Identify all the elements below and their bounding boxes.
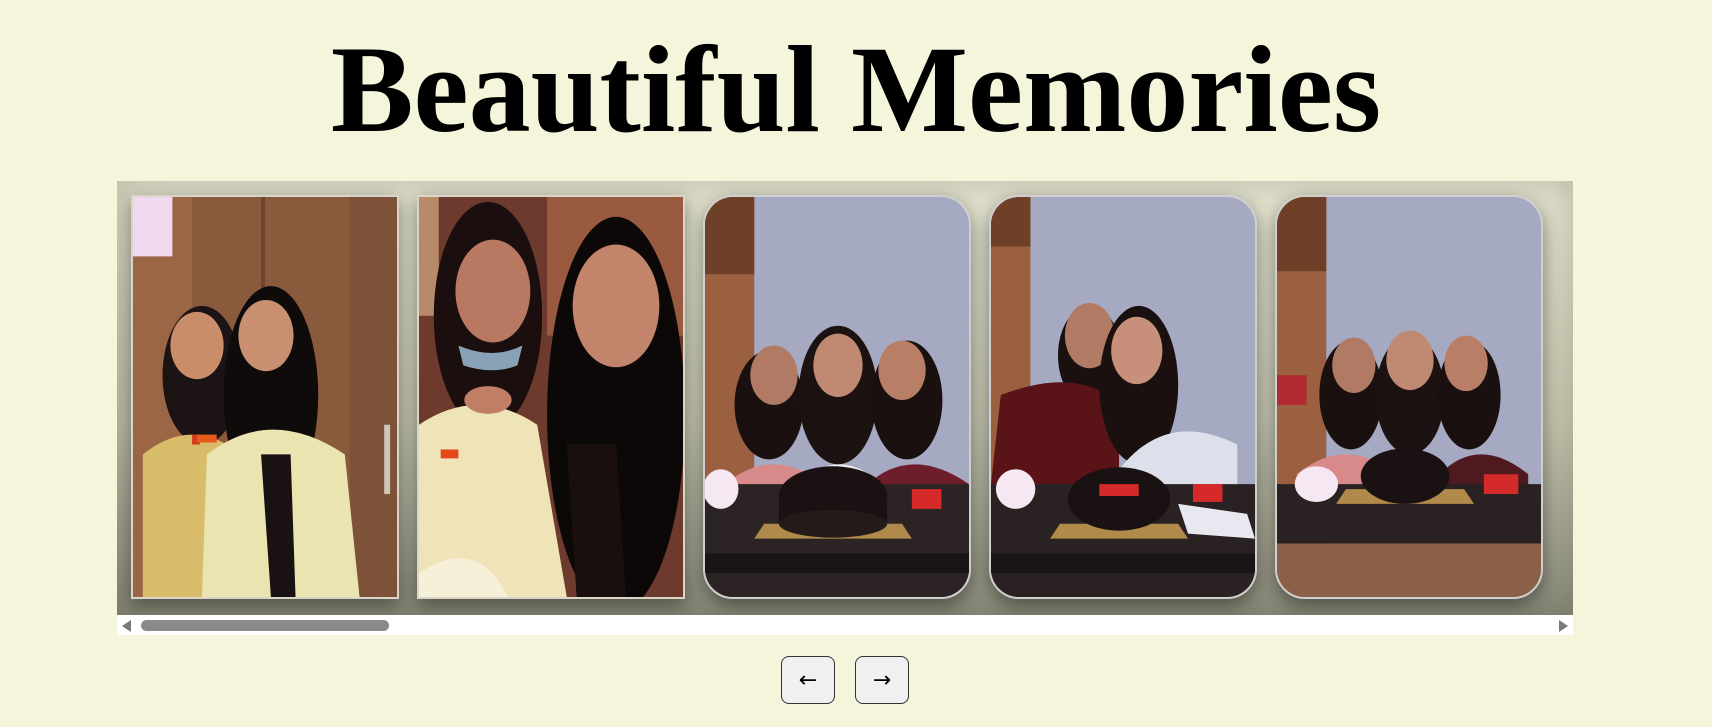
arrow-right-icon: → xyxy=(872,667,892,693)
photo-gallery[interactable] xyxy=(117,181,1573,615)
gallery-photo-3[interactable] xyxy=(703,195,971,599)
page: Beautiful Memories ← → xyxy=(0,0,1712,727)
photo-image xyxy=(991,197,1255,597)
photo-image xyxy=(1277,197,1541,597)
photo-image xyxy=(419,197,683,597)
next-button[interactable]: → xyxy=(855,656,909,704)
scroll-left-arrow-icon[interactable] xyxy=(122,620,131,632)
scrollbar-thumb[interactable] xyxy=(141,620,389,631)
previous-button[interactable]: ← xyxy=(781,656,835,704)
gallery-photo-4[interactable] xyxy=(989,195,1257,599)
photo-image xyxy=(133,197,397,597)
gallery-photo-5[interactable] xyxy=(1275,195,1543,599)
photo-image xyxy=(705,197,969,597)
arrow-left-icon: ← xyxy=(798,667,818,693)
gallery-photo-1[interactable] xyxy=(131,195,399,599)
page-title: Beautiful Memories xyxy=(330,21,1382,158)
gallery-photo-2[interactable] xyxy=(417,195,685,599)
scroll-right-arrow-icon[interactable] xyxy=(1559,620,1568,632)
gallery-scrollbar[interactable] xyxy=(117,615,1573,635)
